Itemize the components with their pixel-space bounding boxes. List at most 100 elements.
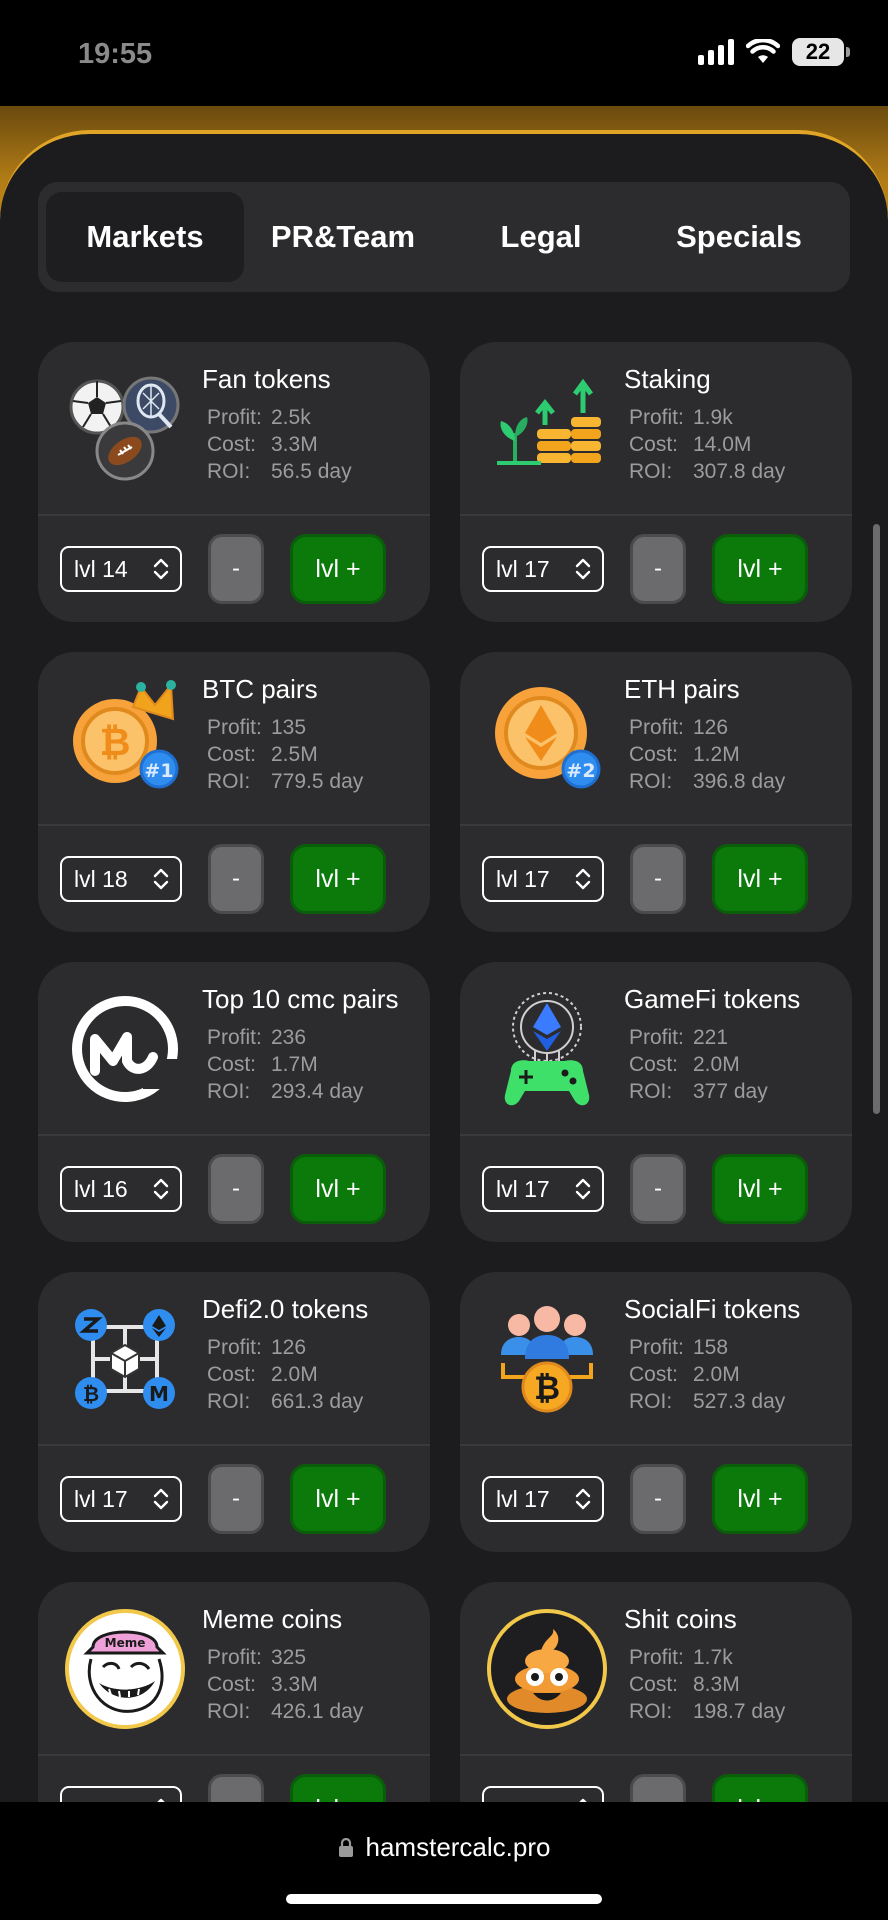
roi-label: ROI:: [629, 1700, 673, 1723]
sports-balls-icon: [60, 364, 190, 494]
cost-label: Cost:: [207, 743, 257, 766]
profit-label: Profit:: [207, 1646, 262, 1669]
level-up-button[interactable]: lvl +: [290, 1154, 386, 1224]
level-select[interactable]: lvl 16: [60, 1166, 182, 1212]
level-down-button[interactable]: -: [630, 1154, 686, 1224]
profit-value: 1.7k: [693, 1646, 733, 1669]
level-down-button[interactable]: -: [630, 1464, 686, 1534]
status-time: 19:55: [78, 38, 153, 70]
profit-row: Profit: 236: [202, 1024, 399, 1051]
profit-label: Profit:: [629, 1026, 684, 1049]
level-up-button[interactable]: lvl +: [290, 844, 386, 914]
scrollbar[interactable]: [873, 524, 880, 1114]
roi-row: ROI: 396.8 day: [624, 768, 785, 795]
roi-label: ROI:: [629, 1080, 673, 1103]
roi-row: ROI: 779.5 day: [202, 768, 363, 795]
cost-label: Cost:: [629, 743, 679, 766]
level-down-button[interactable]: -: [208, 534, 264, 604]
roi-label: ROI:: [207, 770, 251, 793]
cost-label: Cost:: [207, 1053, 257, 1076]
profit-value: 126: [693, 716, 729, 739]
profit-row: Profit: 2.5k: [202, 404, 352, 431]
level-up-button[interactable]: lvl +: [712, 534, 808, 604]
level-select[interactable]: lvl 17: [482, 856, 604, 902]
profit-value: 2.5k: [271, 406, 311, 429]
cost-label: Cost:: [207, 1673, 257, 1696]
roi-value: 661.3 day: [271, 1390, 364, 1413]
card-title: Meme coins: [202, 1604, 343, 1634]
roi-value: 396.8 day: [693, 770, 786, 793]
level-select[interactable]: lvl 17: [60, 1476, 182, 1522]
card-controls: lvl 14 - lvl +: [38, 516, 430, 622]
cost-label: Cost:: [629, 1363, 679, 1386]
profit-row: Profit: 221: [624, 1024, 800, 1051]
card-header: Meme Meme coins Profit: 325 Cost: 3.3M R…: [38, 1582, 430, 1756]
card-controls: lvl 17 - lvl +: [460, 1446, 852, 1552]
svg-text:₿: ₿: [100, 720, 131, 764]
cost-value: 3.3M: [271, 433, 318, 456]
level-up-button[interactable]: lvl +: [712, 1154, 808, 1224]
svg-text:Meme: Meme: [105, 1636, 146, 1650]
level-down-button[interactable]: -: [208, 1464, 264, 1534]
chevron-updown-icon: [153, 1488, 169, 1510]
roi-row: ROI: 307.8 day: [624, 458, 785, 485]
cost-label: Cost:: [629, 1053, 679, 1076]
svg-text:#1: #1: [144, 760, 173, 782]
profit-value: 1.9k: [693, 406, 733, 429]
card-controls: lvl 17 - lvl +: [460, 516, 852, 622]
cost-value: 1.2M: [693, 743, 740, 766]
level-up-button[interactable]: lvl +: [290, 1464, 386, 1534]
upgrade-card: Top 10 cmc pairs Profit: 236 Cost: 1.7M …: [38, 962, 430, 1242]
level-down-button[interactable]: -: [630, 534, 686, 604]
url-bar[interactable]: hamstercalc.pro: [0, 1832, 888, 1863]
roi-label: ROI:: [207, 1390, 251, 1413]
level-down-button[interactable]: -: [630, 844, 686, 914]
level-up-button[interactable]: lvl +: [712, 1464, 808, 1534]
profit-value: 236: [271, 1026, 307, 1049]
chevron-updown-icon: [575, 868, 591, 890]
card-title: ETH pairs: [624, 674, 740, 704]
level-up-button[interactable]: lvl +: [290, 534, 386, 604]
roi-row: ROI: 661.3 day: [202, 1388, 368, 1415]
roi-row: ROI: 198.7 day: [624, 1698, 785, 1725]
level-select[interactable]: lvl 18: [60, 856, 182, 902]
card-title: Defi2.0 tokens: [202, 1294, 369, 1324]
level-up-button[interactable]: lvl +: [712, 844, 808, 914]
profit-row: Profit: 126: [202, 1334, 368, 1361]
profit-label: Profit:: [207, 1336, 262, 1359]
profit-row: Profit: 158: [624, 1334, 800, 1361]
cost-value: 2.0M: [693, 1053, 740, 1076]
level-value: lvl 14: [74, 555, 128, 582]
cost-label: Cost:: [629, 433, 679, 456]
cost-value: 2.5M: [271, 743, 318, 766]
cost-value: 1.7M: [271, 1053, 318, 1076]
chevron-updown-icon: [575, 1488, 591, 1510]
tab-markets[interactable]: Markets: [46, 192, 244, 282]
tab-specials[interactable]: Specials: [640, 192, 838, 282]
tab-pr-team[interactable]: PR&Team: [244, 192, 442, 282]
cards-grid: Fan tokens Profit: 2.5k Cost: 3.3M ROI: …: [38, 342, 852, 1862]
level-select[interactable]: lvl 17: [482, 546, 604, 592]
level-select[interactable]: lvl 17: [482, 1476, 604, 1522]
level-down-button[interactable]: -: [208, 844, 264, 914]
upgrade-card: Staking Profit: 1.9k Cost: 14.0M ROI: 30…: [460, 342, 852, 622]
roi-value: 779.5 day: [271, 770, 364, 793]
roi-value: 56.5 day: [271, 460, 352, 483]
roi-value: 307.8 day: [693, 460, 786, 483]
profit-value: 221: [693, 1026, 729, 1049]
profit-value: 126: [271, 1336, 307, 1359]
level-select[interactable]: lvl 14: [60, 546, 182, 592]
browser-bottom-bar: hamstercalc.pro: [0, 1802, 888, 1920]
card-header: ₿ SocialFi tokens Profit: 158 Cost: 2.0M…: [460, 1272, 852, 1446]
level-select[interactable]: lvl 17: [482, 1166, 604, 1212]
tab-legal[interactable]: Legal: [442, 192, 640, 282]
home-indicator[interactable]: [286, 1894, 602, 1904]
cost-row: Cost: 2.0M: [624, 1361, 800, 1388]
status-bar: 19:55 22: [0, 0, 888, 106]
chevron-updown-icon: [153, 868, 169, 890]
gamepad-eth-icon: [482, 984, 612, 1114]
roi-row: ROI: 293.4 day: [202, 1078, 399, 1105]
card-info: Meme coins Profit: 325 Cost: 3.3M ROI: 4…: [202, 1604, 363, 1734]
profit-label: Profit:: [207, 406, 262, 429]
level-down-button[interactable]: -: [208, 1154, 264, 1224]
